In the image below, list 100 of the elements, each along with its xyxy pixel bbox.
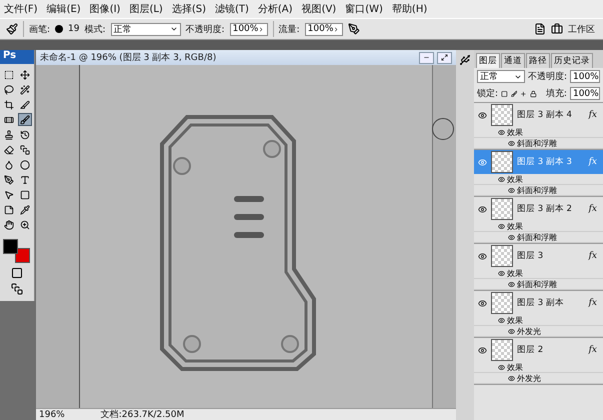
tool-button[interactable] [18, 68, 32, 81]
workspace-menu[interactable]: 工作区 [568, 22, 595, 36]
visibility-eye-icon[interactable] [508, 140, 515, 146]
fx-label: fx [588, 251, 597, 261]
flow-label: 流量: [278, 24, 300, 36]
layer-row[interactable]: 图层 3 副本 4 fx [474, 103, 603, 127]
effects-label: 效果 [507, 362, 523, 372]
effect-name: 斜面和浮雕 [517, 184, 557, 196]
panel-tab[interactable]: 历史记录 [551, 53, 593, 68]
fill-label: 填充: [546, 88, 567, 100]
layer-thumbnail [491, 104, 513, 126]
tool-button[interactable] [18, 203, 32, 216]
effect-name: 斜面和浮雕 [517, 278, 557, 290]
lock-move-icon[interactable] [520, 90, 528, 98]
tool-button[interactable] [2, 83, 16, 96]
effects-label: 效果 [507, 174, 523, 184]
visibility-eye-icon[interactable] [478, 252, 487, 260]
menu-item[interactable]: 图像(I) [90, 2, 120, 16]
fx-label: fx [588, 110, 597, 120]
lock-paint-icon[interactable] [510, 90, 518, 98]
layer-row[interactable]: 图层 3 副本 2 fx [474, 197, 603, 221]
brush-size: 19 [68, 24, 80, 34]
panel-tab[interactable]: 路径 [526, 53, 550, 68]
flow-field[interactable]: 100% [304, 22, 343, 36]
lock-icon[interactable] [530, 90, 537, 98]
menu-item[interactable]: 选择(S) [172, 2, 206, 16]
caret-icon [333, 26, 340, 32]
screen-mode-icon[interactable] [11, 283, 23, 295]
effect-name: 斜面和浮雕 [517, 138, 557, 148]
tool-button[interactable] [2, 68, 16, 81]
blend-mode-dropdown[interactable]: 正常 [477, 70, 525, 83]
opacity-label: 不透明度: [186, 24, 225, 36]
layer-thumbnail [491, 339, 513, 361]
tool-button[interactable] [2, 143, 16, 156]
visibility-eye-icon[interactable] [478, 204, 487, 214]
brush-tip-icon[interactable] [55, 25, 64, 33]
visibility-eye-icon[interactable] [498, 222, 505, 230]
layer-name: 图层 3 [517, 250, 544, 262]
menu-item[interactable]: 滤镜(T) [214, 2, 249, 16]
panel-tab[interactable]: 通道 [501, 53, 525, 68]
tool-button[interactable] [2, 203, 16, 216]
layer-name: 图层 3 副本 4 [517, 109, 573, 121]
layer-row[interactable]: 图层 3 fx [474, 244, 603, 268]
tool-button[interactable] [18, 113, 32, 126]
visibility-eye-icon[interactable] [478, 110, 487, 120]
visibility-eye-icon[interactable] [498, 176, 505, 182]
minimize-icon [423, 54, 430, 61]
visibility-eye-icon[interactable] [498, 364, 505, 370]
layer-name: 图层 3 副本 2 [517, 203, 573, 215]
lock-label: 锁定: [477, 88, 498, 100]
visibility-eye-icon[interactable] [478, 298, 487, 308]
visibility-eye-icon[interactable] [478, 346, 487, 354]
layer-opacity-field[interactable]: 100% [570, 70, 600, 83]
zoom-level[interactable]: 196% [39, 410, 65, 420]
panel-tab[interactable]: 图层 [476, 53, 500, 68]
layer-name: 图层 3 副本 3 [517, 156, 573, 168]
fill-field[interactable]: 100% [570, 87, 600, 100]
maximize-button[interactable] [437, 52, 452, 64]
visibility-eye-icon[interactable] [508, 234, 515, 240]
usb-icon[interactable] [459, 54, 471, 66]
tool-button[interactable] [18, 143, 32, 156]
menu-item[interactable]: 分析(A) [258, 2, 293, 16]
document-icon[interactable] [534, 23, 546, 35]
brush-cursor [432, 118, 454, 140]
opacity-field[interactable]: 100% [230, 22, 268, 36]
layer-name: 图层 3 副本 [517, 297, 565, 309]
menu-item[interactable]: 图层(L) [129, 2, 163, 16]
tool-button[interactable] [2, 173, 16, 186]
mode-dropdown[interactable]: 正常 [110, 22, 181, 36]
visibility-eye-icon[interactable] [498, 316, 505, 324]
tool-button[interactable] [18, 98, 32, 111]
tool-button[interactable] [18, 188, 32, 201]
effects-label: 效果 [507, 126, 523, 138]
menu-item[interactable]: 帮助(H) [392, 2, 428, 16]
color-swatches-drawing[interactable] [3, 239, 31, 263]
visibility-eye-icon[interactable] [498, 270, 505, 276]
menu-item[interactable]: 视图(V) [302, 2, 336, 16]
visibility-eye-icon[interactable] [508, 280, 515, 288]
tool-button[interactable] [18, 218, 32, 231]
lock-transparency-icon[interactable] [501, 90, 508, 98]
menu-item[interactable]: 编辑(E) [46, 2, 81, 16]
visibility-eye-icon[interactable] [508, 374, 515, 382]
layer-row[interactable]: 图层 3 副本 fx [474, 291, 603, 315]
tool-button[interactable] [2, 98, 16, 111]
tool-button[interactable] [18, 83, 32, 96]
visibility-eye-icon[interactable] [508, 186, 515, 194]
briefcase-icon[interactable] [551, 23, 563, 35]
layer-row[interactable]: 图层 2 fx [474, 338, 603, 362]
layer-name: 图层 2 [517, 344, 544, 356]
minimize-button[interactable] [419, 52, 434, 64]
tool-button[interactable] [18, 128, 32, 141]
menu-item[interactable]: 窗口(W) [345, 2, 383, 16]
tool-button[interactable] [2, 218, 16, 231]
quick-mask-icon[interactable] [11, 267, 23, 279]
brush-icon[interactable] [6, 23, 18, 35]
menu-item[interactable]: 文件(F) [4, 2, 38, 16]
tool-button[interactable] [18, 158, 32, 171]
visibility-eye-icon[interactable] [498, 128, 505, 136]
fx-label: fx [588, 298, 597, 308]
visibility-eye-icon[interactable] [508, 328, 515, 334]
